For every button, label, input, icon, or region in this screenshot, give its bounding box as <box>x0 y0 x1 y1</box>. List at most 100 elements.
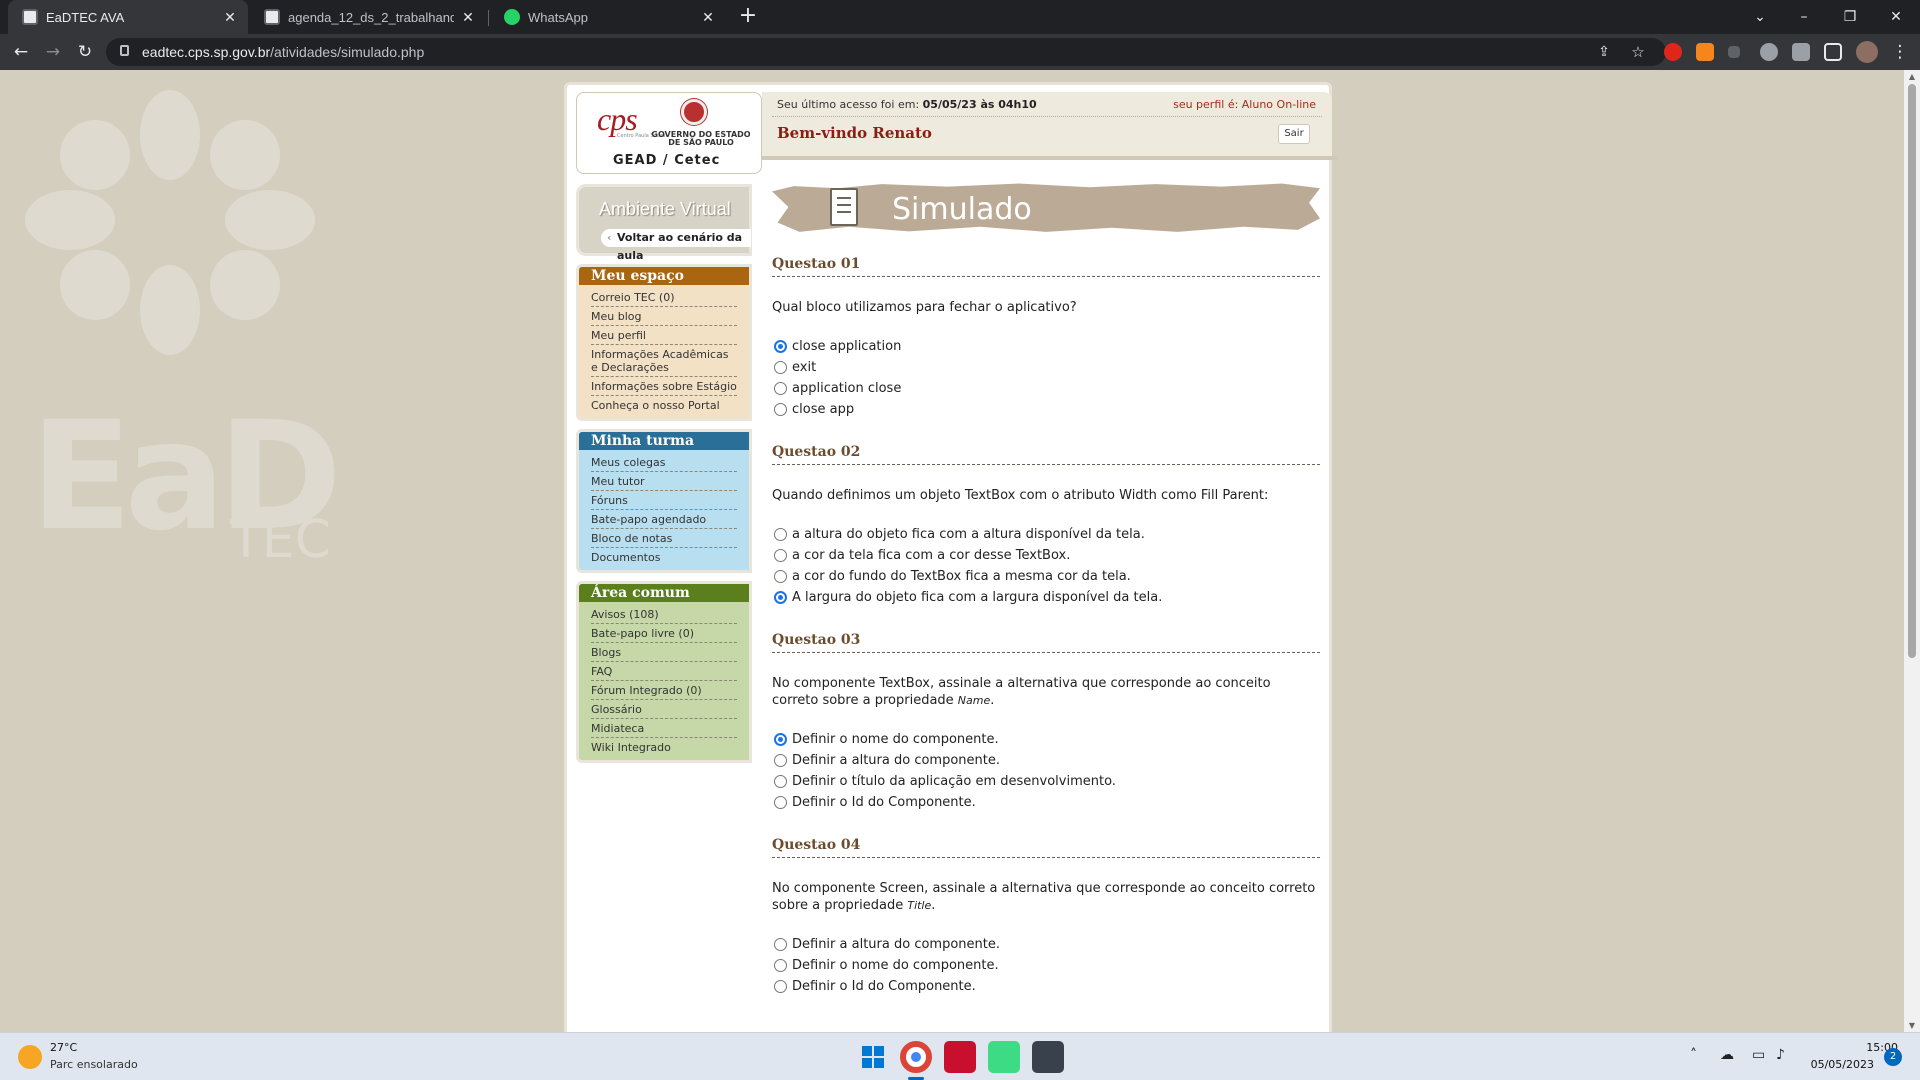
minimize-button[interactable]: – <box>1790 5 1818 29</box>
sidebar-item-colegas[interactable]: Meus colegas <box>591 453 737 472</box>
close-icon[interactable]: ✕ <box>700 9 716 26</box>
weather-sun-icon[interactable] <box>18 1045 42 1069</box>
sidebar-item-blogs[interactable]: Blogs <box>591 643 737 662</box>
restore-button[interactable]: ❐ <box>1836 5 1864 29</box>
sidebar-item-meu-blog[interactable]: Meu blog <box>591 307 737 326</box>
answer-option[interactable]: Definir o Id do Componente. <box>772 792 1320 813</box>
android-studio-icon[interactable] <box>988 1041 1020 1073</box>
extensions-puzzle-icon[interactable] <box>1792 43 1810 61</box>
radio-button[interactable] <box>774 403 787 416</box>
new-tab-button[interactable]: + <box>736 5 760 29</box>
sidebar-item-meu-perfil[interactable]: Meu perfil <box>591 326 737 345</box>
minha-turma-menu: Minha turma Meus colegas Meu tutor Fórun… <box>576 429 752 573</box>
answer-option[interactable]: a cor da tela fica com a cor desse TextB… <box>772 545 1320 566</box>
radio-button[interactable] <box>774 549 787 562</box>
flash-app-icon[interactable] <box>944 1041 976 1073</box>
tab-eadtec[interactable]: EaDTEC AVA ✕ <box>8 0 248 34</box>
answer-option[interactable]: Definir a altura do componente. <box>772 750 1320 771</box>
radio-button[interactable] <box>774 528 787 541</box>
radio-button[interactable] <box>774 361 787 374</box>
radio-button[interactable] <box>774 796 787 809</box>
sidebar-item-bloco-notas[interactable]: Bloco de notas <box>591 529 737 548</box>
answer-option[interactable]: Definir o nome do componente. <box>772 729 1320 750</box>
answer-option[interactable]: application close <box>772 378 1320 399</box>
sidebar-item-tutor[interactable]: Meu tutor <box>591 472 737 491</box>
logout-button[interactable]: Sair <box>1278 124 1310 144</box>
scroll-up-icon[interactable]: ▲ <box>1907 72 1917 81</box>
sidebar-item-documentos[interactable]: Documentos <box>591 548 737 566</box>
answer-option[interactable]: Definir o Id do Componente. <box>772 976 1320 997</box>
obs-icon[interactable] <box>1032 1041 1064 1073</box>
answer-option[interactable]: close app <box>772 399 1320 420</box>
volume-icon[interactable]: ♪ <box>1776 1047 1785 1063</box>
bookmark-star-icon[interactable]: ☆ <box>1626 40 1650 64</box>
profile-avatar[interactable] <box>1856 41 1878 63</box>
windows-start-icon[interactable] <box>857 1041 889 1073</box>
sidebar-item-wiki[interactable]: Wiki Integrado <box>591 738 737 756</box>
sidebar-item-estagio[interactable]: Informações sobre Estágio <box>591 377 737 396</box>
radio-button[interactable] <box>774 938 787 951</box>
cps-logo[interactable]: cps Centro Paula Souza GOVERNO DO ESTADO… <box>576 92 762 174</box>
settings-gear-icon[interactable] <box>1760 43 1778 61</box>
scroll-thumb[interactable] <box>1908 84 1916 658</box>
answer-option[interactable]: Definir o título da aplicação em desenvo… <box>772 771 1320 792</box>
answer-option[interactable]: Definir o nome do componente. <box>772 955 1320 976</box>
address-bar[interactable]: eadtec.cps.sp.gov.br/atividades/simulado… <box>106 38 1666 66</box>
sidebar-item-forum-integrado[interactable]: Fórum Integrado (0) <box>591 681 737 700</box>
answer-option[interactable]: Definir a altura do componente. <box>772 934 1320 955</box>
answer-option[interactable]: close application <box>772 336 1320 357</box>
browser-menu-icon[interactable]: ⋮ <box>1888 40 1912 64</box>
radio-button[interactable] <box>774 754 787 767</box>
sidebar-item-bate-papo-livre[interactable]: Bate-papo livre (0) <box>591 624 737 643</box>
reload-icon[interactable]: ↻ <box>73 40 97 64</box>
radio-button[interactable] <box>774 570 787 583</box>
metamask-icon[interactable] <box>1696 43 1714 61</box>
radio-button[interactable] <box>774 775 787 788</box>
tab-agenda[interactable]: agenda_12_ds_2_trabalhando_co ✕ <box>250 0 486 34</box>
lock-icon[interactable] <box>120 45 129 56</box>
extension-red-icon[interactable] <box>1664 43 1682 61</box>
extension-pen-icon[interactable] <box>1728 46 1740 58</box>
answer-option[interactable]: a altura do objeto fica com a altura dis… <box>772 524 1320 545</box>
radio-button-selected[interactable] <box>774 591 787 604</box>
url-text[interactable]: eadtec.cps.sp.gov.br/atividades/simulado… <box>142 44 424 60</box>
back-icon[interactable]: ← <box>9 40 33 64</box>
notification-badge[interactable]: 2 <box>1884 1048 1902 1066</box>
radio-button-selected[interactable] <box>774 733 787 746</box>
sidebar-item-foruns[interactable]: Fóruns <box>591 491 737 510</box>
chrome-icon[interactable] <box>900 1041 932 1073</box>
sidebar-item-midiateca[interactable]: Midiateca <box>591 719 737 738</box>
side-panel-icon[interactable] <box>1824 43 1842 61</box>
sidebar-item-portal[interactable]: Conheça o nosso Portal <box>591 396 737 414</box>
close-icon[interactable]: ✕ <box>460 9 476 26</box>
close-icon[interactable]: ✕ <box>222 9 238 26</box>
radio-button-selected[interactable] <box>774 340 787 353</box>
sidebar-item-bate-papo-agendado[interactable]: Bate-papo agendado <box>591 510 737 529</box>
sidebar-item-faq[interactable]: FAQ <box>591 662 737 681</box>
share-icon[interactable]: ⇪ <box>1592 40 1616 64</box>
radio-button[interactable] <box>774 959 787 972</box>
sidebar-item-informacoes-academicas[interactable]: Informações Acadêmicas e Declarações <box>591 345 737 377</box>
answer-label: Definir a altura do componente. <box>792 753 1000 768</box>
close-window-button[interactable]: ✕ <box>1882 5 1910 29</box>
onedrive-cloud-icon[interactable]: ☁ <box>1720 1047 1734 1063</box>
network-icon[interactable]: ▭ <box>1752 1047 1765 1063</box>
tab-whatsapp[interactable]: WhatsApp ✕ <box>490 0 726 34</box>
weather-description[interactable]: Parc ensolarado <box>50 1058 138 1071</box>
scroll-down-icon[interactable]: ▼ <box>1907 1021 1917 1030</box>
clock-date[interactable]: 05/05/2023 <box>1810 1058 1874 1071</box>
radio-button[interactable] <box>774 980 787 993</box>
forward-icon[interactable]: → <box>41 40 65 64</box>
answer-option[interactable]: exit <box>772 357 1320 378</box>
tab-search-icon[interactable]: ⌄ <box>1746 5 1774 29</box>
radio-button[interactable] <box>774 382 787 395</box>
weather-temperature[interactable]: 27°C <box>50 1041 77 1054</box>
sidebar-item-correio[interactable]: Correio TEC (0) <box>591 288 737 307</box>
sidebar-item-avisos[interactable]: Avisos (108) <box>591 605 737 624</box>
sidebar-item-glossario[interactable]: Glossário <box>591 700 737 719</box>
answer-option[interactable]: A largura do objeto fica com a largura d… <box>772 587 1320 608</box>
back-to-lesson-button[interactable]: ‹ Voltar ao cenário da aula <box>601 229 751 262</box>
page-scrollbar[interactable]: ▲ ▼ <box>1904 70 1920 1032</box>
chevron-up-icon[interactable]: ˄ <box>1690 1047 1697 1063</box>
answer-option[interactable]: a cor do fundo do TextBox fica a mesma c… <box>772 566 1320 587</box>
